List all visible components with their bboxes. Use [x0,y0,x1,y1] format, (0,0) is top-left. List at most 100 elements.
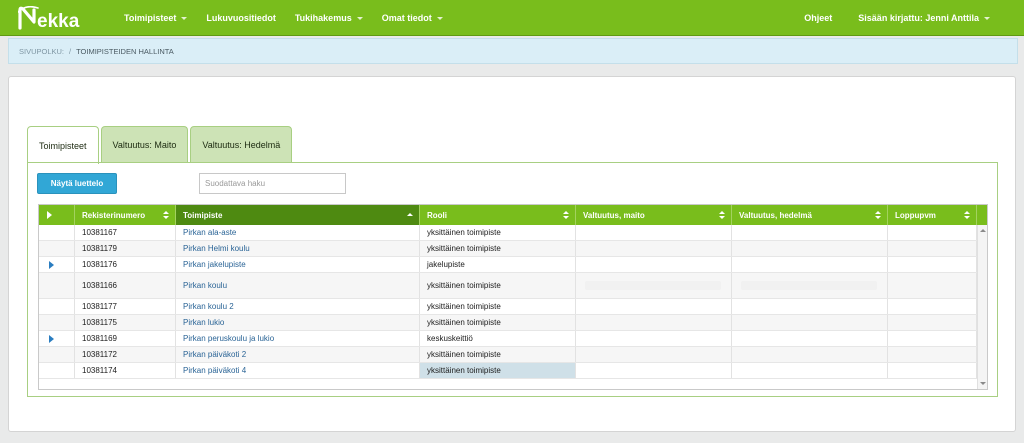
table-row[interactable]: 10381167 Pirkan ala-aste yksittäinen toimi… [39,225,977,241]
row-expand-cell [39,363,75,378]
cell-loppupvm [888,241,977,256]
row-expand-cell[interactable] [39,257,75,272]
column-header-0[interactable]: Rekisterinumero [75,205,176,225]
nekka-logo[interactable]: ekka [18,4,104,32]
nav-item-label: Lukuvuositiedot [206,12,276,23]
table-row[interactable]: 10381177 Pirkan koulu 2 yksittäinen toimip… [39,299,977,315]
cell-name[interactable]: Pirkan lukio [176,315,420,330]
tab-0[interactable]: Toimipisteet [27,126,99,164]
cell-name[interactable]: Pirkan koulu 2 [176,299,420,314]
column-header-label: Rekisterinumero [82,210,146,220]
cell-hedelma [732,315,888,330]
cell-loppupvm [888,257,977,272]
tab-2[interactable]: Valtuutus: Hedelmä [190,126,293,163]
column-header-4[interactable]: Valtuutus, hedelmä [732,205,888,225]
help-link[interactable]: Ohjeet [796,0,840,36]
scroll-down-icon[interactable] [980,382,986,385]
cell-loppupvm [888,225,977,240]
chevron-down-icon [356,16,363,20]
column-header-5[interactable]: Loppupvm [888,205,977,225]
cell-role: yksittäinen toimipiste [420,315,576,330]
cell-role: yksittäinen toimipiste [420,299,576,314]
cell-name[interactable]: Pirkan ala-aste [176,225,420,240]
cell-role: yksittäinen toimipiste [420,347,576,362]
column-header-label: Valtuutus, maito [583,210,645,220]
cell-role: jakelupiste [420,257,576,272]
cell-name[interactable]: Pirkan jakelupiste [176,257,420,272]
nav-item-label: Omat tiedot [381,12,432,23]
cell-reg: 10381179 [75,241,176,256]
chevron-down-icon [984,16,990,20]
cell-reg: 10381176 [75,257,176,272]
table-row[interactable]: 10381176 Pirkan jakelupiste jakelupiste [39,257,977,273]
cell-role: yksittäinen toimipiste [420,241,576,256]
main-panel: Toimipisteet Valtuutus: Maito Valtuutus: H… [8,76,1016,432]
cell-hedelma [732,273,888,298]
row-expand-cell[interactable] [39,331,75,346]
cell-hedelma [732,347,888,362]
cell-maito [576,241,732,256]
filter-search-input[interactable] [199,173,346,194]
column-header-label: Loppupvm [895,210,936,220]
cell-hedelma [732,241,888,256]
cell-role: keskuskeittiö [420,331,576,346]
cell-reg: 10381169 [75,331,176,346]
chevron-down-icon [436,16,443,20]
tab-1[interactable]: Valtuutus: Maito [100,126,189,163]
cell-loppupvm [888,363,977,378]
nav-right: Ohjeet Sisään kirjattu: Jenni Anttila [796,0,1008,36]
cell-name[interactable]: Pirkan koulu [176,273,420,298]
column-header-3[interactable]: Valtuutus, maito [576,205,732,225]
column-header-2[interactable]: Rooli [420,205,576,225]
cell-role: yksittäinen toimipiste [420,225,576,240]
table-row[interactable]: 10381169 Pirkan peruskoulu ja lukio keskus… [39,331,977,347]
cell-reg: 10381166 [75,273,176,298]
row-expand-cell [39,347,75,362]
row-expand-cell [39,273,75,298]
column-header-label: Valtuutus, hedelmä [739,210,812,220]
nekka-logo-mark: ekka [18,5,80,30]
column-header-label: Toimipiste [183,210,223,220]
cell-name[interactable]: Pirkan peruskoulu ja lukio [176,331,420,346]
expand-row-icon[interactable] [49,261,54,269]
cell-loppupvm [888,273,977,298]
scroll-up-icon[interactable] [980,229,986,232]
breadcrumb-current: TOIMIPISTEIDEN HALLINTA [76,46,174,56]
cell-maito [576,225,732,240]
cell-name[interactable]: Pirkan päiväkoti 4 [176,363,420,378]
table-row[interactable]: 10381166 Pirkan koulu yksittäinen toimipis… [39,273,977,299]
cell-reg: 10381167 [75,225,176,240]
row-expand-cell [39,299,75,314]
nav-item-1[interactable]: Lukuvuositiedot [206,0,289,36]
cell-maito [576,347,732,362]
show-list-button[interactable]: Näytä luettelo [37,173,117,194]
table-row[interactable]: 10381174 Pirkan päiväkoti 4 yksittäinen to… [39,363,977,379]
nav-item-0[interactable]: Toimipisteet [124,0,200,36]
nav-item-label: Tukihakemus [294,12,352,23]
grid-scrollbar[interactable] [977,225,987,389]
cell-reg: 10381174 [75,363,176,378]
expand-arrow-icon [47,211,52,219]
cell-loppupvm [888,347,977,362]
breadcrumb: SIVUPOLKU: / TOIMIPISTEIDEN HALLINTA [8,38,1018,64]
expand-all-header[interactable] [39,205,75,225]
cell-reg: 10381177 [75,299,176,314]
cell-hedelma [732,299,888,314]
nav-item-3[interactable]: Omat tiedot [382,0,456,36]
cell-hedelma [732,363,888,378]
grid-header: Rekisterinumero Toimipiste Rooli Valtuutus,… [39,205,987,225]
table-row[interactable]: 10381172 Pirkan päiväkoti 2 yksittäinen to… [39,347,977,363]
table-row[interactable]: 10381175 Pirkan lukio yksittäinen toimipis… [39,315,977,331]
column-header-1[interactable]: Toimipiste [176,205,420,225]
cell-name[interactable]: Pirkan päiväkoti 2 [176,347,420,362]
nav-item-2[interactable]: Tukihakemus [295,0,376,36]
sort-icon [163,211,169,219]
chevron-down-icon [181,16,188,20]
cell-name[interactable]: Pirkan Helmi koulu [176,241,420,256]
office-grid: Rekisterinumero Toimipiste Rooli Valtuutus,… [38,204,988,390]
cell-hedelma [732,225,888,240]
table-row[interactable]: 10381179 Pirkan Helmi koulu yksittäinen to… [39,241,977,257]
user-menu[interactable]: Sisään kirjattu: Jenni Anttila [850,0,998,36]
expand-row-icon[interactable] [49,335,54,343]
cell-maito [576,299,732,314]
